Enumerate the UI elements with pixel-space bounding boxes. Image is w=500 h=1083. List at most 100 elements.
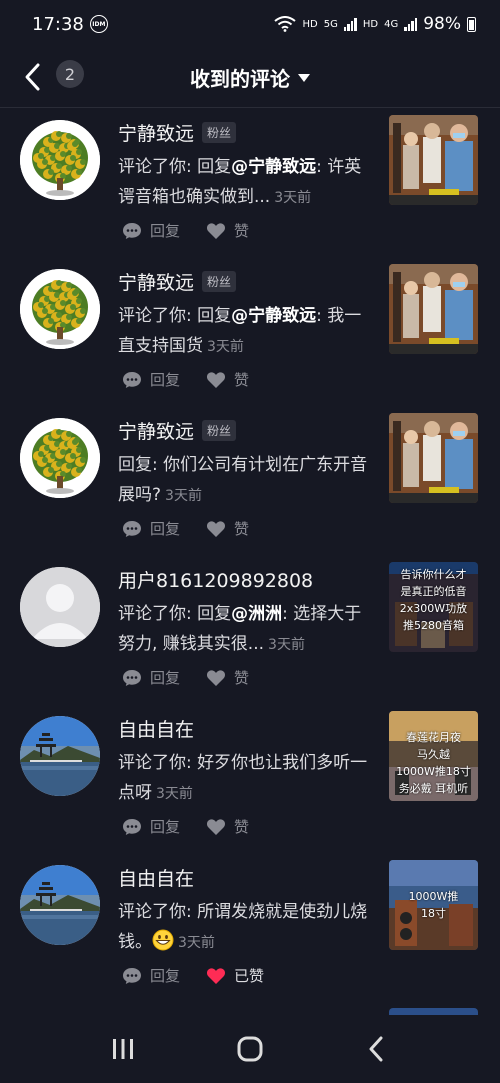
- username[interactable]: 用户8161209892808: [118, 566, 313, 593]
- comment-item[interactable]: 自由自在 评论了你: 好歹你也让我们多听一点呀 3天前 回复 赞 春莲花月夜 马久…: [0, 706, 500, 855]
- back-icon[interactable]: [357, 1029, 397, 1069]
- comment-time: 3天前: [268, 637, 305, 653]
- hd-label-2: HD: [362, 18, 379, 30]
- reply-icon: [122, 669, 150, 687]
- reply-label: 回复: [150, 520, 181, 538]
- like-button[interactable]: 赞: [206, 369, 249, 390]
- comment-time: 3天前: [207, 339, 244, 355]
- mention-link[interactable]: @宁静致远: [231, 306, 316, 326]
- heart-icon: [206, 967, 234, 985]
- username[interactable]: 自由自在: [118, 864, 194, 891]
- comment-list: 宁静致远 粉丝 评论了你: 回复@宁静致远: 许英谔音箱也确实做到... 3天前 …: [0, 110, 500, 1004]
- comment-prefix: 回复: 你们公司有计划在广东开音展吗?: [118, 455, 368, 505]
- comment-text: 评论了你: 回复@宁静致远: 许英谔音箱也确实做到... 3天前: [118, 152, 378, 213]
- header: 2 收到的评论: [0, 48, 500, 108]
- like-label: 赞: [234, 520, 250, 538]
- signal-icon-2: [404, 17, 418, 31]
- avatar[interactable]: [20, 269, 100, 349]
- video-thumbnail[interactable]: 春莲花月夜 马久越 1000W推18寸 务必戴 耳机听: [389, 711, 478, 801]
- thumbnail-caption: 1000W推 18寸: [408, 890, 459, 920]
- reply-button[interactable]: 回复: [122, 220, 180, 241]
- reply-icon: [122, 520, 150, 538]
- username[interactable]: 宁静致远: [118, 417, 194, 444]
- avatar[interactable]: [20, 120, 100, 200]
- like-button[interactable]: 赞: [206, 667, 249, 688]
- reply-button[interactable]: 回复: [122, 965, 180, 986]
- heart-icon: [206, 669, 234, 687]
- home-icon[interactable]: [230, 1029, 270, 1069]
- like-button[interactable]: 赞: [206, 518, 249, 539]
- avatar[interactable]: [20, 567, 100, 647]
- like-button[interactable]: 已赞: [206, 965, 264, 986]
- like-label: 赞: [234, 818, 250, 836]
- reply-icon: [122, 222, 150, 240]
- wifi-icon: [274, 16, 297, 32]
- comment-item[interactable]: 自由自在 评论了你: 所谓发烧就是使劲儿烧钱。 3天前 回复 已赞 1000W推 …: [0, 855, 500, 1004]
- comment-item[interactable]: 宁静致远 粉丝 评论了你: 回复@宁静致远: 我一直支持国货 3天前 回复 赞: [0, 259, 500, 408]
- idm-icon: IDM: [89, 15, 108, 33]
- mention-link[interactable]: @宁静致远: [231, 157, 316, 177]
- username[interactable]: 宁静致远: [118, 119, 194, 146]
- reply-icon: [122, 371, 150, 389]
- comment-prefix: 评论了你: 回复: [118, 157, 232, 177]
- avatar[interactable]: [20, 865, 100, 945]
- caret-down-icon: [298, 73, 310, 82]
- recent-apps-icon[interactable]: [103, 1029, 143, 1069]
- comment-item[interactable]: 宁静致远 粉丝 回复: 你们公司有计划在广东开音展吗? 3天前 回复 赞: [0, 408, 500, 557]
- comment-time: 3天前: [178, 935, 215, 951]
- heart-icon: [206, 371, 234, 389]
- comment-content: 宁静致远 粉丝 评论了你: 回复@宁静致远: 我一直支持国货 3天前: [118, 267, 378, 362]
- comment-time: 3天前: [274, 190, 312, 206]
- video-thumbnail[interactable]: 告诉你什么才 是真正的低音 2x300W功放 推5280音箱: [389, 562, 478, 652]
- page-title: 收到的评论: [190, 67, 290, 91]
- reply-icon: [122, 818, 150, 836]
- username[interactable]: 自由自在: [118, 715, 194, 742]
- reply-button[interactable]: 回复: [122, 369, 180, 390]
- comment-prefix: 评论了你: 回复: [118, 604, 232, 624]
- like-label: 赞: [234, 669, 250, 687]
- comment-actions: 回复 赞: [122, 518, 249, 539]
- hd-label-1: HD: [302, 18, 318, 30]
- reply-label: 回复: [150, 371, 181, 389]
- comment-item[interactable]: 用户8161209892808 评论了你: 回复@洲洲: 选择大于努力, 赚钱其…: [0, 557, 500, 706]
- reply-button[interactable]: 回复: [122, 667, 180, 688]
- username[interactable]: 宁静致远: [118, 268, 194, 295]
- chevron-left-icon[interactable]: [22, 61, 44, 93]
- battery-icon: [467, 16, 476, 32]
- like-label: 赞: [234, 222, 250, 240]
- video-thumbnail[interactable]: [389, 413, 478, 503]
- comment-content: 用户8161209892808 评论了你: 回复@洲洲: 选择大于努力, 赚钱其…: [118, 565, 378, 660]
- like-button[interactable]: 赞: [206, 816, 249, 837]
- page-title-dropdown[interactable]: 收到的评论: [190, 63, 310, 92]
- comment-content: 宁静致远 粉丝 评论了你: 回复@宁静致远: 许英谔音箱也确实做到... 3天前: [118, 118, 378, 213]
- video-thumbnail[interactable]: 1000W推 18寸: [389, 860, 478, 950]
- reply-button[interactable]: 回复: [122, 518, 180, 539]
- battery-level: 98%: [423, 14, 461, 34]
- status-bar: 17:38 IDM HD 5G HD 4G 98%: [0, 0, 500, 48]
- comment-actions: 回复 赞: [122, 816, 249, 837]
- comment-item[interactable]: 宁静致远 粉丝 评论了你: 回复@宁静致远: 许英谔音箱也确实做到... 3天前 …: [0, 110, 500, 259]
- comment-time: 3天前: [165, 488, 202, 504]
- mention-link[interactable]: @洲洲: [231, 604, 282, 624]
- thumbnail-caption: 告诉你什么才 是真正的低音 2x300W功放 推5280音箱: [399, 568, 468, 632]
- fan-badge: 粉丝: [202, 419, 237, 441]
- count-badge: 2: [56, 60, 84, 88]
- reply-label: 回复: [150, 669, 181, 687]
- like-button[interactable]: 赞: [206, 220, 249, 241]
- grinning-face-icon: [152, 929, 174, 952]
- network-5g-label: 5G: [323, 18, 338, 30]
- video-thumbnail[interactable]: [389, 115, 478, 205]
- avatar[interactable]: [20, 418, 100, 498]
- avatar[interactable]: [20, 716, 100, 796]
- comment-time: 3天前: [156, 786, 193, 802]
- comment-actions: 回复 赞: [122, 667, 249, 688]
- comment-text: 评论了你: 回复@洲洲: 选择大于努力, 赚钱其实很... 3天前: [118, 599, 378, 660]
- comment-text: 评论了你: 回复@宁静致远: 我一直支持国货 3天前: [118, 301, 378, 362]
- signal-icon: [343, 17, 357, 31]
- video-thumbnail[interactable]: [389, 264, 478, 354]
- heart-icon: [206, 520, 234, 538]
- comment-prefix: 评论了你: 回复: [118, 306, 232, 326]
- reply-button[interactable]: 回复: [122, 816, 180, 837]
- like-label: 已赞: [234, 967, 265, 985]
- system-nav-bar: [0, 1015, 500, 1083]
